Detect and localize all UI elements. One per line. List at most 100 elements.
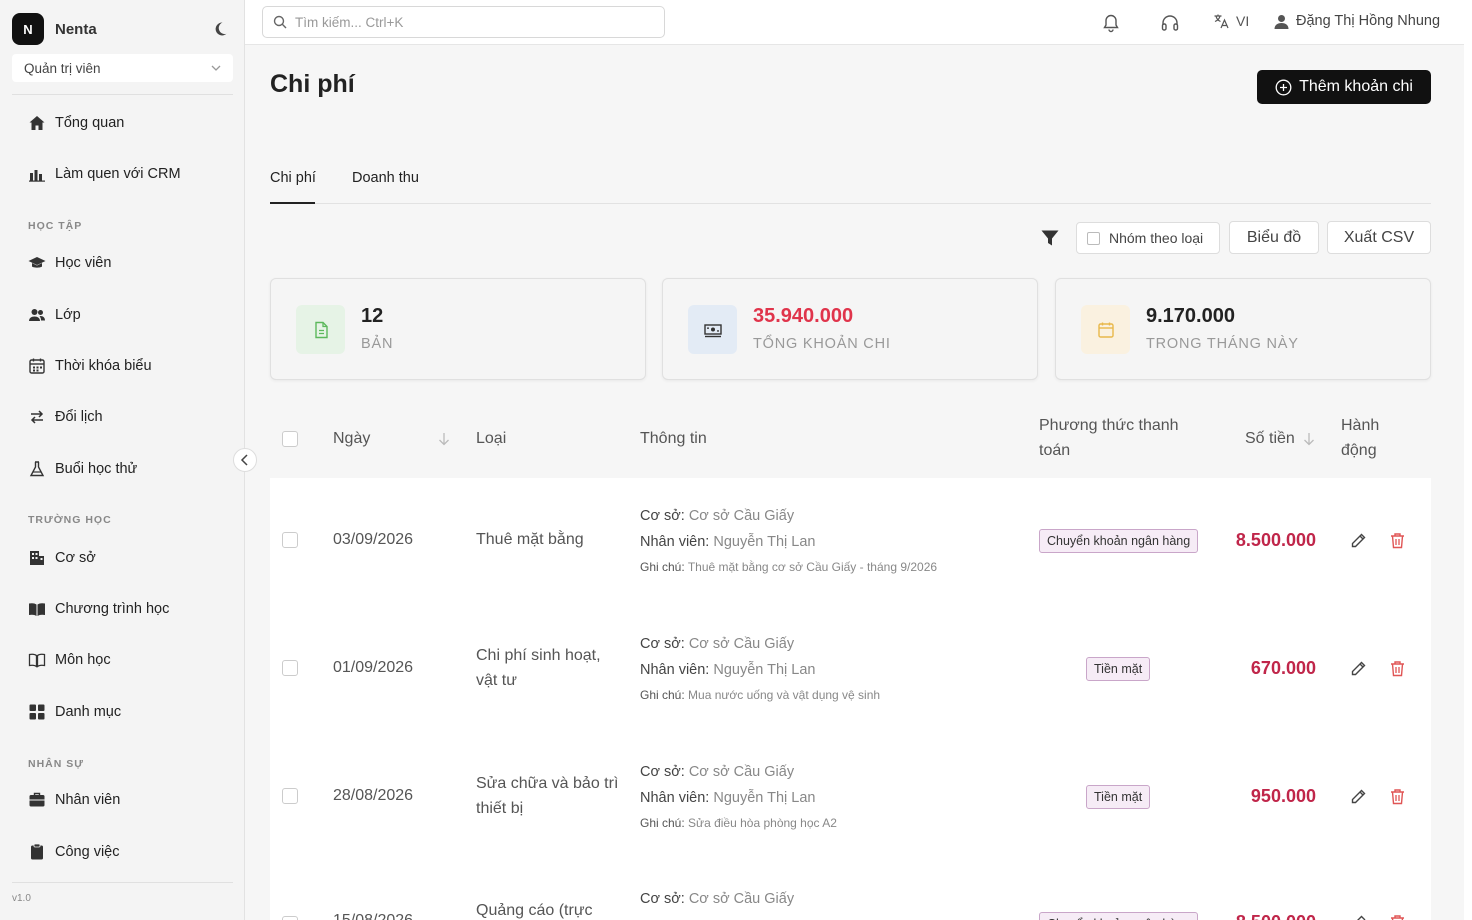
export-csv-button[interactable]: Xuất CSV	[1327, 221, 1431, 254]
sidebar-item-classes[interactable]: Lớp	[28, 304, 81, 326]
column-header-actions-line1: Hành	[1341, 417, 1380, 434]
search-box[interactable]	[262, 6, 665, 38]
info-branch-label: Cơ sở:	[640, 636, 685, 652]
sidebar-item-trial-class[interactable]: Buổi học thử	[28, 458, 137, 480]
tab-expenses[interactable]: Chi phí	[270, 170, 316, 186]
brand[interactable]: N Nenta	[12, 13, 97, 45]
cell-date: 03/09/2026	[333, 531, 414, 548]
sidebar-item-students[interactable]: Học viên	[28, 252, 111, 274]
column-header-amount[interactable]: Số tiền	[1245, 426, 1295, 451]
delete-trash-icon[interactable]	[1389, 532, 1406, 549]
delete-trash-icon[interactable]	[1389, 660, 1406, 677]
sidebar-item-label: Đổi lịch	[55, 409, 103, 425]
info-note-value: Sửa điều hòa phòng học A2	[688, 816, 837, 830]
delete-trash-icon[interactable]	[1389, 788, 1406, 805]
row-checkbox[interactable]	[282, 916, 298, 920]
edit-pencil-icon[interactable]	[1350, 532, 1367, 549]
edit-pencil-icon[interactable]	[1350, 788, 1367, 805]
cell-amount: 950.000	[1250, 786, 1316, 806]
info-staff-value: Nguyễn Thị Lan	[713, 534, 816, 550]
search-input[interactable]	[295, 14, 655, 30]
column-header-payment-line1: Phương thức thanh	[1039, 417, 1179, 434]
column-header-date[interactable]: Ngày	[333, 426, 370, 451]
swap-icon	[30, 410, 44, 424]
sidebar-item-label: Chương trình học	[55, 601, 170, 617]
money-icon	[703, 323, 722, 337]
edit-pencil-icon[interactable]	[1350, 660, 1367, 677]
delete-trash-icon[interactable]	[1389, 914, 1406, 920]
tab-revenue[interactable]: Doanh thu	[352, 170, 419, 186]
building-icon	[30, 551, 44, 565]
table-row[interactable]: 01/09/2026 Chi phí sinh hoạt, vật tư Cơ …	[270, 606, 1431, 734]
chart-icon	[29, 170, 45, 182]
select-all-checkbox[interactable]	[282, 431, 298, 447]
column-header-info: Thông tin	[640, 430, 707, 447]
sidebar-item-label: Danh mục	[55, 704, 122, 720]
expense-table-body: 03/09/2026 Thuê mặt bằng Cơ sở: Cơ sở Cầ…	[270, 478, 1431, 920]
user-name: Đặng Thị Hồng Nhung	[1296, 13, 1441, 29]
sidebar-item-branches[interactable]: Cơ sở	[28, 547, 96, 569]
sidebar-item-crm-intro[interactable]: Làm quen với CRM	[28, 163, 181, 185]
dark-mode-moon-icon[interactable]	[212, 21, 228, 37]
sidebar-item-label: Thời khóa biểu	[55, 358, 152, 374]
payment-method-badge: Chuyển khoản ngân hàng	[1039, 912, 1199, 920]
cell-date: 15/08/2026	[333, 912, 413, 920]
table-row[interactable]: 15/08/2026 Quảng cáo (trực Cơ sở: Cơ sở …	[270, 862, 1431, 920]
grid-icon	[29, 704, 45, 720]
cell-amount: 8.500.000	[1236, 912, 1316, 920]
sidebar-item-label: Học viên	[55, 255, 112, 271]
info-note-value: Thuê mặt bằng cơ sở Cầu Giấy - tháng 9/2…	[687, 560, 938, 574]
language-code: VI	[1236, 13, 1250, 29]
app-version: v1.0	[12, 893, 31, 904]
edit-pencil-icon[interactable]	[1350, 914, 1367, 920]
column-header-actions-line2: động	[1341, 442, 1377, 459]
sidebar-item-label: Nhân viên	[55, 792, 121, 808]
sidebar-item-staff[interactable]: Nhân viên	[28, 789, 120, 811]
section-hr: NHÂN SỰ	[28, 758, 84, 770]
role-select[interactable]: Quản trị viên	[12, 54, 233, 82]
sidebar-item-label: Buổi học thử	[55, 461, 138, 477]
briefcase-icon	[29, 792, 45, 807]
column-header-payment-line2: toán	[1039, 442, 1071, 459]
scrollbar-track[interactable]	[1464, 0, 1472, 920]
bell-icon[interactable]	[1101, 13, 1121, 33]
sidebar-collapse-button[interactable]	[233, 448, 257, 472]
language-switcher[interactable]: VI	[1213, 13, 1249, 29]
sidebar-item-subjects[interactable]: Môn học	[28, 649, 111, 671]
filter-icon[interactable]	[1041, 230, 1059, 247]
add-expense-button[interactable]: Thêm khoản chi	[1257, 70, 1431, 104]
group-by-type-checkbox[interactable]	[1087, 231, 1100, 245]
info-branch-value: Cơ sở Cầu Giấy	[688, 764, 795, 780]
table-row[interactable]: 03/09/2026 Thuê mặt bằng Cơ sở: Cơ sở Cầ…	[270, 478, 1431, 606]
row-checkbox[interactable]	[282, 660, 298, 676]
sidebar-item-label: Lớp	[55, 307, 81, 323]
brand-logo: N	[12, 13, 44, 45]
sidebar-divider	[12, 882, 233, 883]
sidebar-item-overview[interactable]: Tổng quan	[28, 112, 124, 134]
stat-value: 12	[361, 305, 384, 327]
sidebar-item-reschedule[interactable]: Đổi lịch	[28, 406, 103, 428]
sidebar-item-tasks[interactable]: Công việc	[28, 841, 119, 863]
info-staff-value: Nguyễn Thị Lan	[713, 662, 816, 678]
stat-value: 35.940.000	[753, 305, 854, 327]
section-school: TRƯỜNG HỌC	[28, 514, 112, 526]
headset-icon[interactable]	[1160, 13, 1180, 33]
group-by-type-toggle[interactable]: Nhóm theo loại	[1076, 222, 1220, 254]
column-header-type: Loại	[476, 430, 507, 447]
cell-date: 28/08/2026	[333, 787, 414, 804]
user-menu[interactable]: Đặng Thị Hồng Nhung	[1274, 13, 1440, 29]
sort-arrow-down-icon[interactable]	[1303, 432, 1315, 446]
sidebar-item-categories[interactable]: Danh mục	[28, 701, 121, 723]
sort-arrow-down-icon[interactable]	[438, 432, 450, 446]
chart-button[interactable]: Biểu đồ	[1229, 221, 1319, 254]
sidebar-item-programs[interactable]: Chương trình học	[28, 598, 169, 620]
plus-circle-icon	[1275, 79, 1292, 95]
sidebar-item-label: Công việc	[55, 844, 120, 860]
row-checkbox[interactable]	[282, 532, 298, 548]
table-row[interactable]: 28/08/2026 Sửa chữa và bảo trì thiết bị …	[270, 734, 1431, 862]
sidebar-item-label: Tổng quan	[55, 115, 125, 131]
sidebar: N Nenta Quản trị viên Tổng quan Làm quen…	[0, 0, 245, 920]
row-checkbox[interactable]	[282, 788, 298, 804]
sidebar-item-timetable[interactable]: Thời khóa biểu	[28, 355, 152, 377]
info-branch-value: Cơ sở Cầu Giấy	[688, 508, 795, 524]
